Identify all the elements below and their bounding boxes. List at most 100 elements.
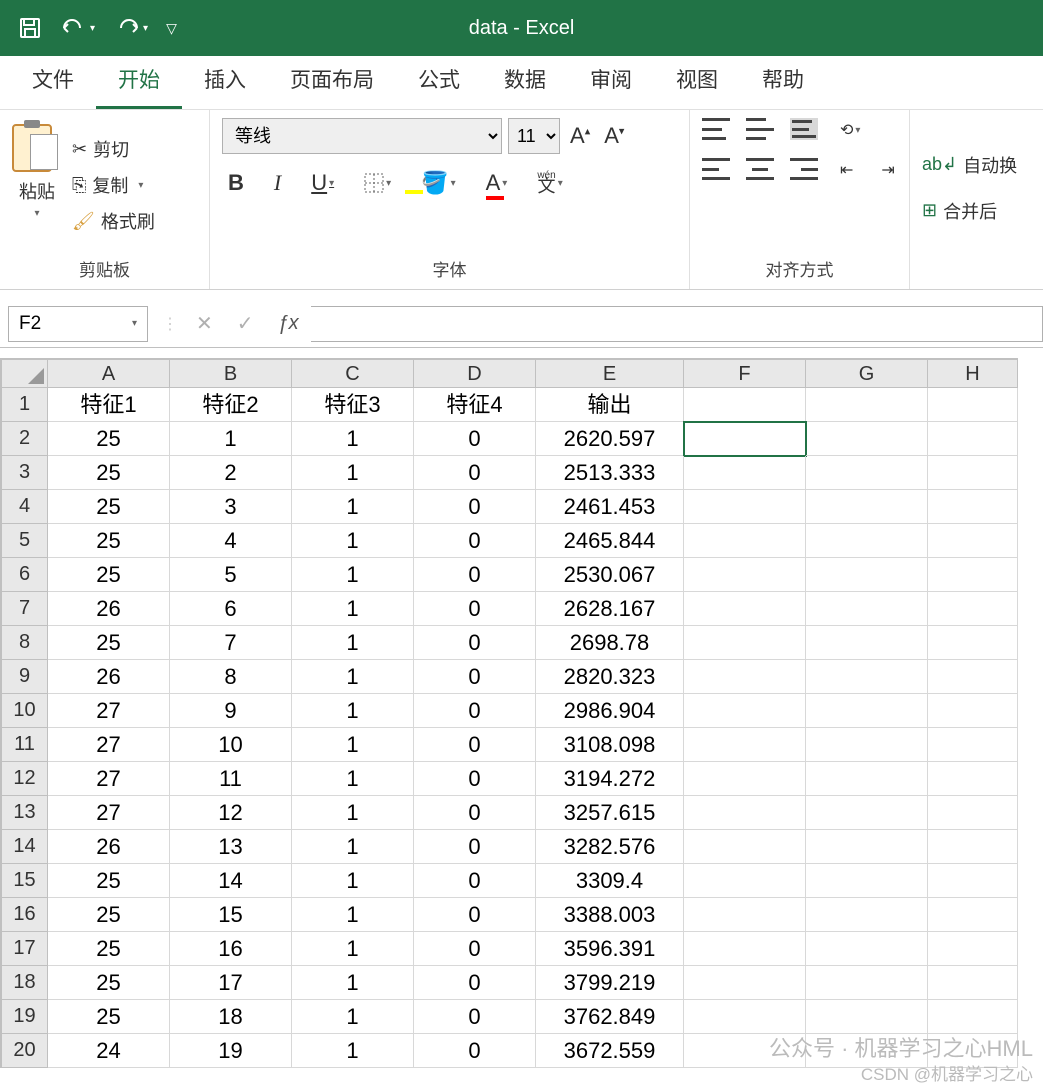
cell[interactable]: 1 (170, 422, 292, 456)
cell[interactable]: 1 (292, 898, 414, 932)
row-header[interactable]: 18 (0, 966, 48, 1000)
phonetic-button[interactable]: wén文▾ (531, 169, 568, 197)
cell[interactable]: 3282.576 (536, 830, 684, 864)
row-header[interactable]: 1 (0, 388, 48, 422)
paste-button[interactable]: 粘贴 ▾ (12, 118, 62, 252)
cell[interactable]: 2465.844 (536, 524, 684, 558)
cell[interactable]: 0 (414, 456, 536, 490)
customize-qat-icon[interactable]: ▽ (166, 20, 177, 37)
cell[interactable] (928, 694, 1018, 728)
col-header-D[interactable]: D (414, 358, 536, 388)
menu-home[interactable]: 开始 (96, 52, 182, 109)
cell[interactable] (684, 762, 806, 796)
cell[interactable]: 3108.098 (536, 728, 684, 762)
font-color-button[interactable]: A▾ (480, 168, 514, 198)
cell[interactable]: 25 (48, 898, 170, 932)
cell[interactable]: 2530.067 (536, 558, 684, 592)
redo-icon[interactable]: ▾ (113, 18, 148, 38)
cell[interactable]: 1 (292, 1034, 414, 1068)
row-header[interactable]: 13 (0, 796, 48, 830)
cell[interactable]: 0 (414, 864, 536, 898)
cell[interactable]: 3388.003 (536, 898, 684, 932)
align-top-button[interactable] (702, 118, 730, 140)
cell[interactable]: 25 (48, 422, 170, 456)
cell[interactable]: 0 (414, 558, 536, 592)
cell[interactable]: 27 (48, 728, 170, 762)
row-header[interactable]: 14 (0, 830, 48, 864)
cell[interactable] (684, 592, 806, 626)
cell[interactable]: 1 (292, 694, 414, 728)
cell[interactable]: 0 (414, 524, 536, 558)
row-header[interactable]: 10 (0, 694, 48, 728)
shrink-font-button[interactable]: A▾ (600, 121, 628, 151)
cell[interactable]: 25 (48, 626, 170, 660)
align-middle-button[interactable] (746, 118, 774, 140)
menu-review[interactable]: 审阅 (568, 52, 654, 109)
row-header[interactable]: 12 (0, 762, 48, 796)
cell[interactable] (806, 864, 928, 898)
cell[interactable]: 特征3 (292, 388, 414, 422)
cell[interactable] (806, 898, 928, 932)
cell[interactable]: 0 (414, 762, 536, 796)
cell[interactable]: 12 (170, 796, 292, 830)
cell[interactable] (928, 490, 1018, 524)
cell[interactable] (928, 626, 1018, 660)
save-icon[interactable] (18, 16, 42, 40)
cell[interactable]: 1 (292, 626, 414, 660)
cell[interactable]: 3309.4 (536, 864, 684, 898)
cell[interactable]: 18 (170, 1000, 292, 1034)
align-center-button[interactable] (746, 158, 774, 180)
cell[interactable]: 0 (414, 966, 536, 1000)
cell[interactable] (684, 898, 806, 932)
cell[interactable]: 3762.849 (536, 1000, 684, 1034)
merge-button[interactable]: ⊞合并后 (922, 198, 1028, 224)
cell[interactable] (928, 558, 1018, 592)
cell[interactable]: 0 (414, 1000, 536, 1034)
cell[interactable]: 特征1 (48, 388, 170, 422)
cell[interactable] (684, 966, 806, 1000)
row-header[interactable]: 6 (0, 558, 48, 592)
align-bottom-button[interactable] (790, 118, 818, 140)
cell[interactable]: 4 (170, 524, 292, 558)
decrease-indent-button[interactable]: ⇤ (834, 158, 859, 182)
cell[interactable]: 9 (170, 694, 292, 728)
row-header[interactable]: 9 (0, 660, 48, 694)
cell[interactable]: 0 (414, 694, 536, 728)
col-header-A[interactable]: A (48, 358, 170, 388)
cell[interactable] (684, 660, 806, 694)
cell[interactable] (806, 966, 928, 1000)
cell[interactable]: 25 (48, 524, 170, 558)
cell[interactable] (684, 830, 806, 864)
cell[interactable]: 1 (292, 864, 414, 898)
cell[interactable] (806, 388, 928, 422)
cell[interactable]: 1 (292, 966, 414, 1000)
cell[interactable]: 3 (170, 490, 292, 524)
cell[interactable]: 25 (48, 558, 170, 592)
cell[interactable]: 0 (414, 626, 536, 660)
cell[interactable] (928, 762, 1018, 796)
undo-icon[interactable]: ▾ (60, 18, 95, 38)
cell[interactable]: 1 (292, 422, 414, 456)
cell[interactable]: 1 (292, 524, 414, 558)
cell[interactable]: 2 (170, 456, 292, 490)
cell[interactable]: 2628.167 (536, 592, 684, 626)
cell[interactable]: 0 (414, 830, 536, 864)
cell[interactable] (806, 796, 928, 830)
cell[interactable]: 27 (48, 694, 170, 728)
wrap-text-button[interactable]: ab↲自动换 (922, 152, 1028, 178)
cell[interactable] (928, 864, 1018, 898)
cell[interactable]: 1 (292, 490, 414, 524)
menu-view[interactable]: 视图 (654, 52, 740, 109)
copy-button[interactable]: ⎘复制▾ (72, 172, 155, 198)
cell[interactable]: 0 (414, 422, 536, 456)
cell[interactable] (928, 966, 1018, 1000)
cell[interactable]: 1 (292, 1000, 414, 1034)
cell[interactable]: 1 (292, 762, 414, 796)
menu-help[interactable]: 帮助 (740, 52, 826, 109)
cell[interactable] (928, 728, 1018, 762)
cell[interactable]: 19 (170, 1034, 292, 1068)
cell[interactable]: 10 (170, 728, 292, 762)
cell[interactable]: 2820.323 (536, 660, 684, 694)
cell[interactable]: 1 (292, 456, 414, 490)
select-all-corner[interactable] (0, 358, 48, 388)
